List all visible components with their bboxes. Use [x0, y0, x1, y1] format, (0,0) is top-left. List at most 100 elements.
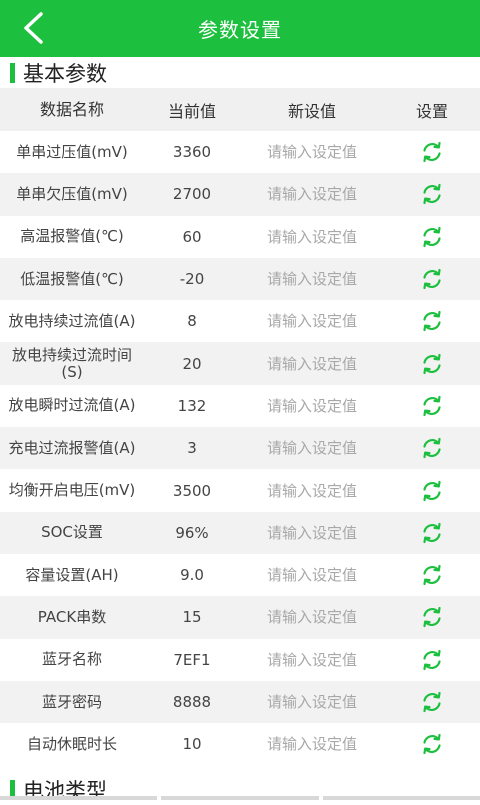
param-set-cell: [384, 393, 480, 419]
table-row: 放电持续过流值(A) 8: [0, 300, 480, 342]
param-set-cell: [384, 689, 480, 715]
param-current-value: 8888: [172, 693, 212, 711]
param-name: PACK串数: [37, 607, 107, 626]
param-new-value-input[interactable]: [247, 693, 377, 711]
refresh-icon: [423, 565, 441, 586]
param-new-value-input[interactable]: [247, 439, 377, 458]
refresh-icon: [423, 395, 441, 417]
param-new-value-cell: [240, 227, 384, 246]
table-row: 蓝牙密码 8888: [0, 680, 480, 724]
param-set-cell: [384, 308, 480, 334]
param-new-value-cell: [240, 566, 384, 585]
refresh-icon: [423, 226, 441, 247]
param-name: 充电过流报警值(A): [8, 438, 136, 457]
refresh-icon: [423, 311, 441, 332]
battery-option[interactable]: [0, 796, 158, 800]
apply-setting-button[interactable]: [419, 520, 445, 546]
table-row: 容量设置(AH) 9.0: [0, 554, 480, 596]
param-new-value-input[interactable]: [247, 185, 377, 204]
battery-type-options: [0, 796, 480, 800]
section-title-basic: 基本参数: [23, 62, 107, 86]
col-header-set: 设置: [415, 101, 448, 121]
table-row: 放电持续过流时间(S) 20: [0, 342, 480, 385]
page-title: 参数设置: [198, 18, 282, 42]
param-current-value: 8: [187, 312, 197, 331]
refresh-icon: [423, 522, 441, 543]
apply-setting-button[interactable]: [419, 435, 445, 461]
param-new-value-input[interactable]: [247, 270, 377, 289]
table-row: PACK串数 15: [0, 596, 480, 639]
param-new-value-input[interactable]: [247, 396, 377, 415]
refresh-icon: [423, 353, 441, 374]
section-title-battery: 电池类型: [23, 779, 107, 804]
param-current-value: 96%: [175, 523, 209, 542]
param-new-value-cell: [240, 523, 384, 542]
param-current-value: 3500: [172, 481, 212, 500]
param-name: 高温报警值(℃): [20, 227, 124, 246]
apply-setting-button[interactable]: [419, 689, 445, 715]
param-new-value-input[interactable]: [247, 312, 377, 331]
apply-setting-button[interactable]: [419, 224, 445, 250]
param-new-value-input[interactable]: [247, 523, 377, 542]
table-header-row: 数据名称 当前值 新设值 设置: [0, 88, 480, 131]
param-set-cell: [384, 478, 480, 504]
param-new-value-input[interactable]: [247, 481, 377, 500]
table-row: 高温报警值(℃) 60: [0, 216, 480, 258]
apply-setting-button[interactable]: [419, 181, 445, 207]
battery-option[interactable]: [322, 796, 480, 800]
apply-setting-button[interactable]: [419, 393, 445, 419]
table-body: 单串过压值(mV) 3360 单串欠压值(mV) 2700 高温报警值(℃) 60 低温报警…: [0, 131, 480, 765]
table-row: 蓝牙名称 7EF1: [0, 639, 480, 681]
param-new-value-input[interactable]: [247, 143, 377, 162]
back-button[interactable]: [18, 10, 48, 46]
refresh-icon: [423, 734, 441, 755]
col-header-current: 当前值: [167, 101, 216, 121]
param-new-value-cell: [240, 143, 384, 162]
battery-option[interactable]: [161, 796, 319, 800]
apply-setting-button[interactable]: [419, 604, 445, 630]
param-name: 蓝牙密码: [41, 692, 102, 711]
section-basic-params: 基本参数: [0, 58, 480, 88]
param-new-value-input[interactable]: [247, 735, 377, 754]
refresh-icon: [423, 649, 441, 670]
param-name: 单串过压值(mV): [16, 142, 128, 161]
apply-setting-button[interactable]: [419, 351, 445, 377]
param-current-value: 60: [182, 227, 202, 246]
apply-setting-button[interactable]: [419, 308, 445, 334]
table-row: SOC设置 96%: [0, 511, 480, 554]
apply-setting-button[interactable]: [419, 478, 445, 504]
param-current-value: 9.0: [180, 566, 204, 585]
apply-setting-button[interactable]: [419, 266, 445, 292]
param-name: 蓝牙名称: [41, 650, 102, 669]
param-name: 自动休眠时长: [26, 734, 117, 753]
table-row: 均衡开启电压(mV) 3500: [0, 469, 480, 511]
apply-setting-button[interactable]: [419, 731, 445, 757]
apply-setting-button[interactable]: [419, 139, 445, 165]
param-new-value-input[interactable]: [247, 566, 377, 585]
param-set-cell: [384, 139, 480, 165]
apply-setting-button[interactable]: [419, 562, 445, 588]
param-new-value-cell: [240, 693, 384, 711]
param-set-cell: [384, 351, 480, 377]
param-new-value-input[interactable]: [247, 354, 377, 373]
param-new-value-input[interactable]: [247, 227, 377, 246]
param-current-value: 10: [182, 735, 202, 754]
apply-setting-button[interactable]: [419, 647, 445, 673]
param-set-cell: [384, 520, 480, 546]
param-new-value-cell: [240, 270, 384, 289]
refresh-icon: [423, 184, 441, 205]
param-new-value-cell: [240, 608, 384, 627]
refresh-icon: [423, 480, 441, 501]
param-new-value-input[interactable]: [247, 650, 377, 669]
param-set-cell: [384, 604, 480, 630]
refresh-icon: [423, 438, 441, 459]
param-name: 低温报警值(℃): [20, 269, 124, 288]
table-row: 单串欠压值(mV) 2700: [0, 173, 480, 216]
section-battery-type: 电池类型: [0, 775, 480, 805]
param-name: 单串欠压值(mV): [16, 184, 128, 203]
chevron-left-icon: [24, 12, 43, 44]
param-new-value-input[interactable]: [247, 608, 377, 627]
refresh-icon: [423, 268, 441, 290]
param-new-value-cell: [240, 354, 384, 373]
param-new-value-cell: [240, 312, 384, 331]
